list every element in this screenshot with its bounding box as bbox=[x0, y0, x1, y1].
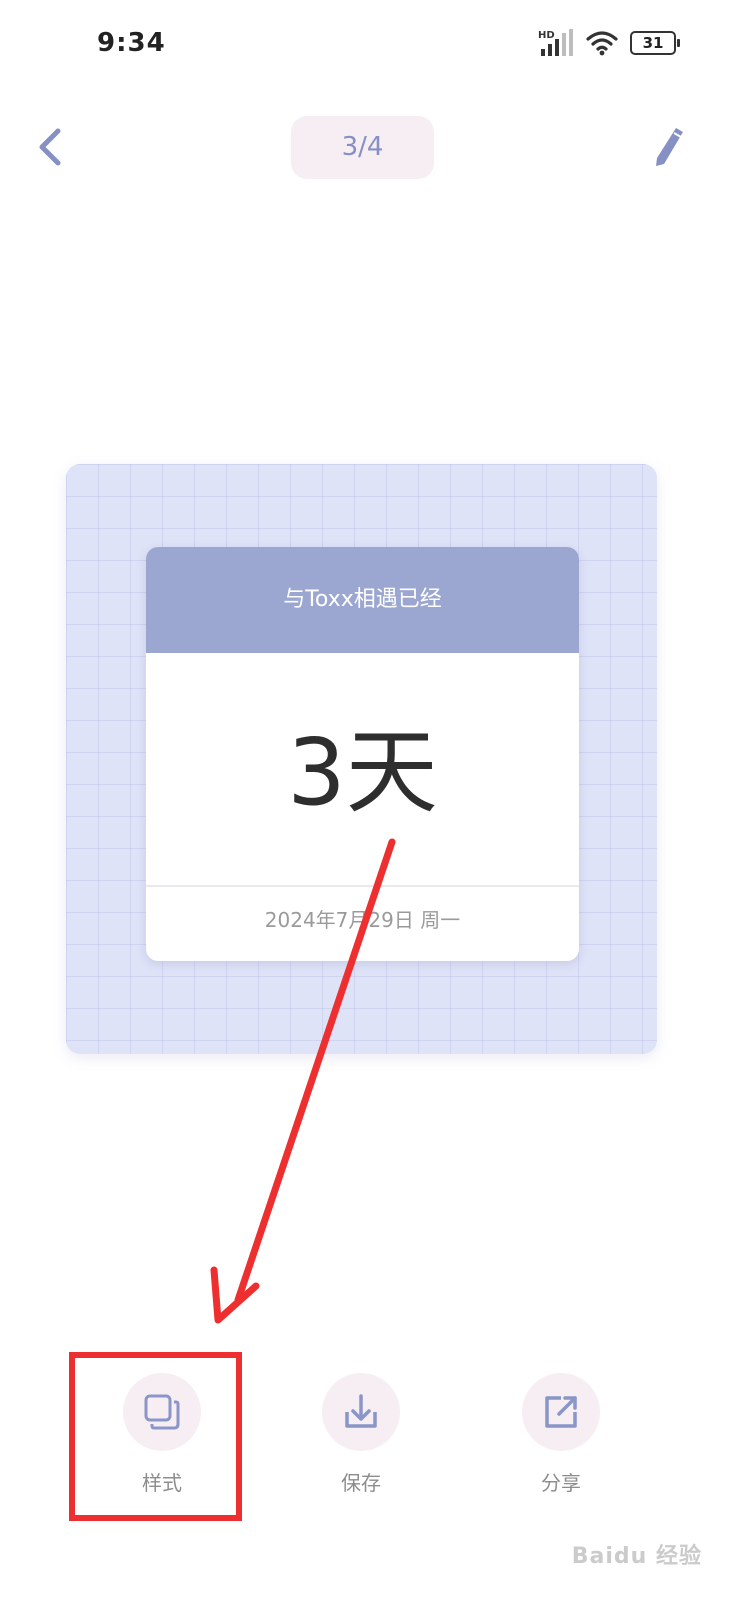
card-value: 3天 bbox=[287, 719, 438, 826]
status-time: 9:34 bbox=[97, 28, 166, 58]
chevron-left-icon bbox=[39, 128, 61, 166]
card-title: 与Toxx相遇已经 bbox=[146, 547, 579, 653]
network-label: HD bbox=[538, 30, 555, 41]
save-button-circle[interactable] bbox=[322, 1373, 400, 1451]
share-button[interactable]: 分享 bbox=[491, 1373, 631, 1513]
share-label: 分享 bbox=[541, 1471, 581, 1495]
card-date: 2024年7月29日 周一 bbox=[264, 908, 461, 932]
download-icon bbox=[345, 1394, 377, 1428]
battery-indicator: 31 bbox=[630, 31, 680, 55]
watermark: Baidu 经验 bbox=[571, 1544, 702, 1569]
share-icon bbox=[545, 1396, 577, 1428]
pencil-icon bbox=[656, 128, 683, 166]
save-button[interactable]: 保存 bbox=[291, 1373, 431, 1513]
save-label: 保存 bbox=[341, 1471, 381, 1495]
edit-button[interactable] bbox=[648, 124, 688, 168]
signal-icon: HD bbox=[538, 29, 573, 56]
annotation-highlight-box bbox=[69, 1352, 242, 1521]
countdown-card: 与Toxx相遇已经 3天 2024年7月29日 周一 bbox=[146, 547, 579, 961]
status-bar: 9:34 HD 31 bbox=[0, 0, 738, 90]
page-indicator: 3/4 bbox=[291, 116, 434, 179]
share-button-circle[interactable] bbox=[522, 1373, 600, 1451]
back-button[interactable] bbox=[30, 125, 74, 169]
wifi-icon bbox=[586, 31, 618, 56]
status-icons: HD 31 bbox=[538, 28, 680, 58]
